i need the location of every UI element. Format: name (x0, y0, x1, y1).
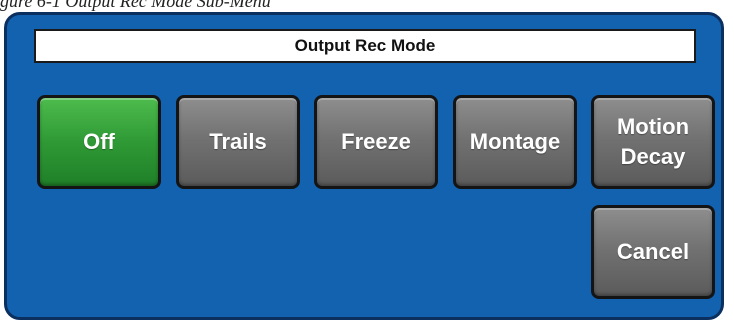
figure-caption: gure 6-1 Output Rec Mode Sub-Menu (0, 0, 271, 11)
freeze-button[interactable]: Freeze (314, 95, 438, 189)
freeze-button-label: Freeze (341, 129, 411, 154)
motion-decay-label-line2: Decay (620, 144, 686, 169)
off-button[interactable]: Off (37, 95, 161, 189)
menu-title: Output Rec Mode (34, 29, 696, 63)
montage-button-label: Montage (469, 129, 561, 154)
off-button-label: Off (83, 129, 115, 154)
trails-button-label: Trails (209, 129, 267, 154)
trails-button[interactable]: Trails (176, 95, 300, 189)
montage-button[interactable]: Montage (453, 95, 577, 189)
motion-decay-button-label: Motion Decay (617, 112, 689, 172)
motion-decay-label-line1: Motion (616, 114, 690, 139)
motion-decay-button[interactable]: Motion Decay (591, 95, 715, 189)
cancel-button[interactable]: Cancel (591, 205, 715, 299)
cancel-button-label: Cancel (616, 239, 690, 264)
